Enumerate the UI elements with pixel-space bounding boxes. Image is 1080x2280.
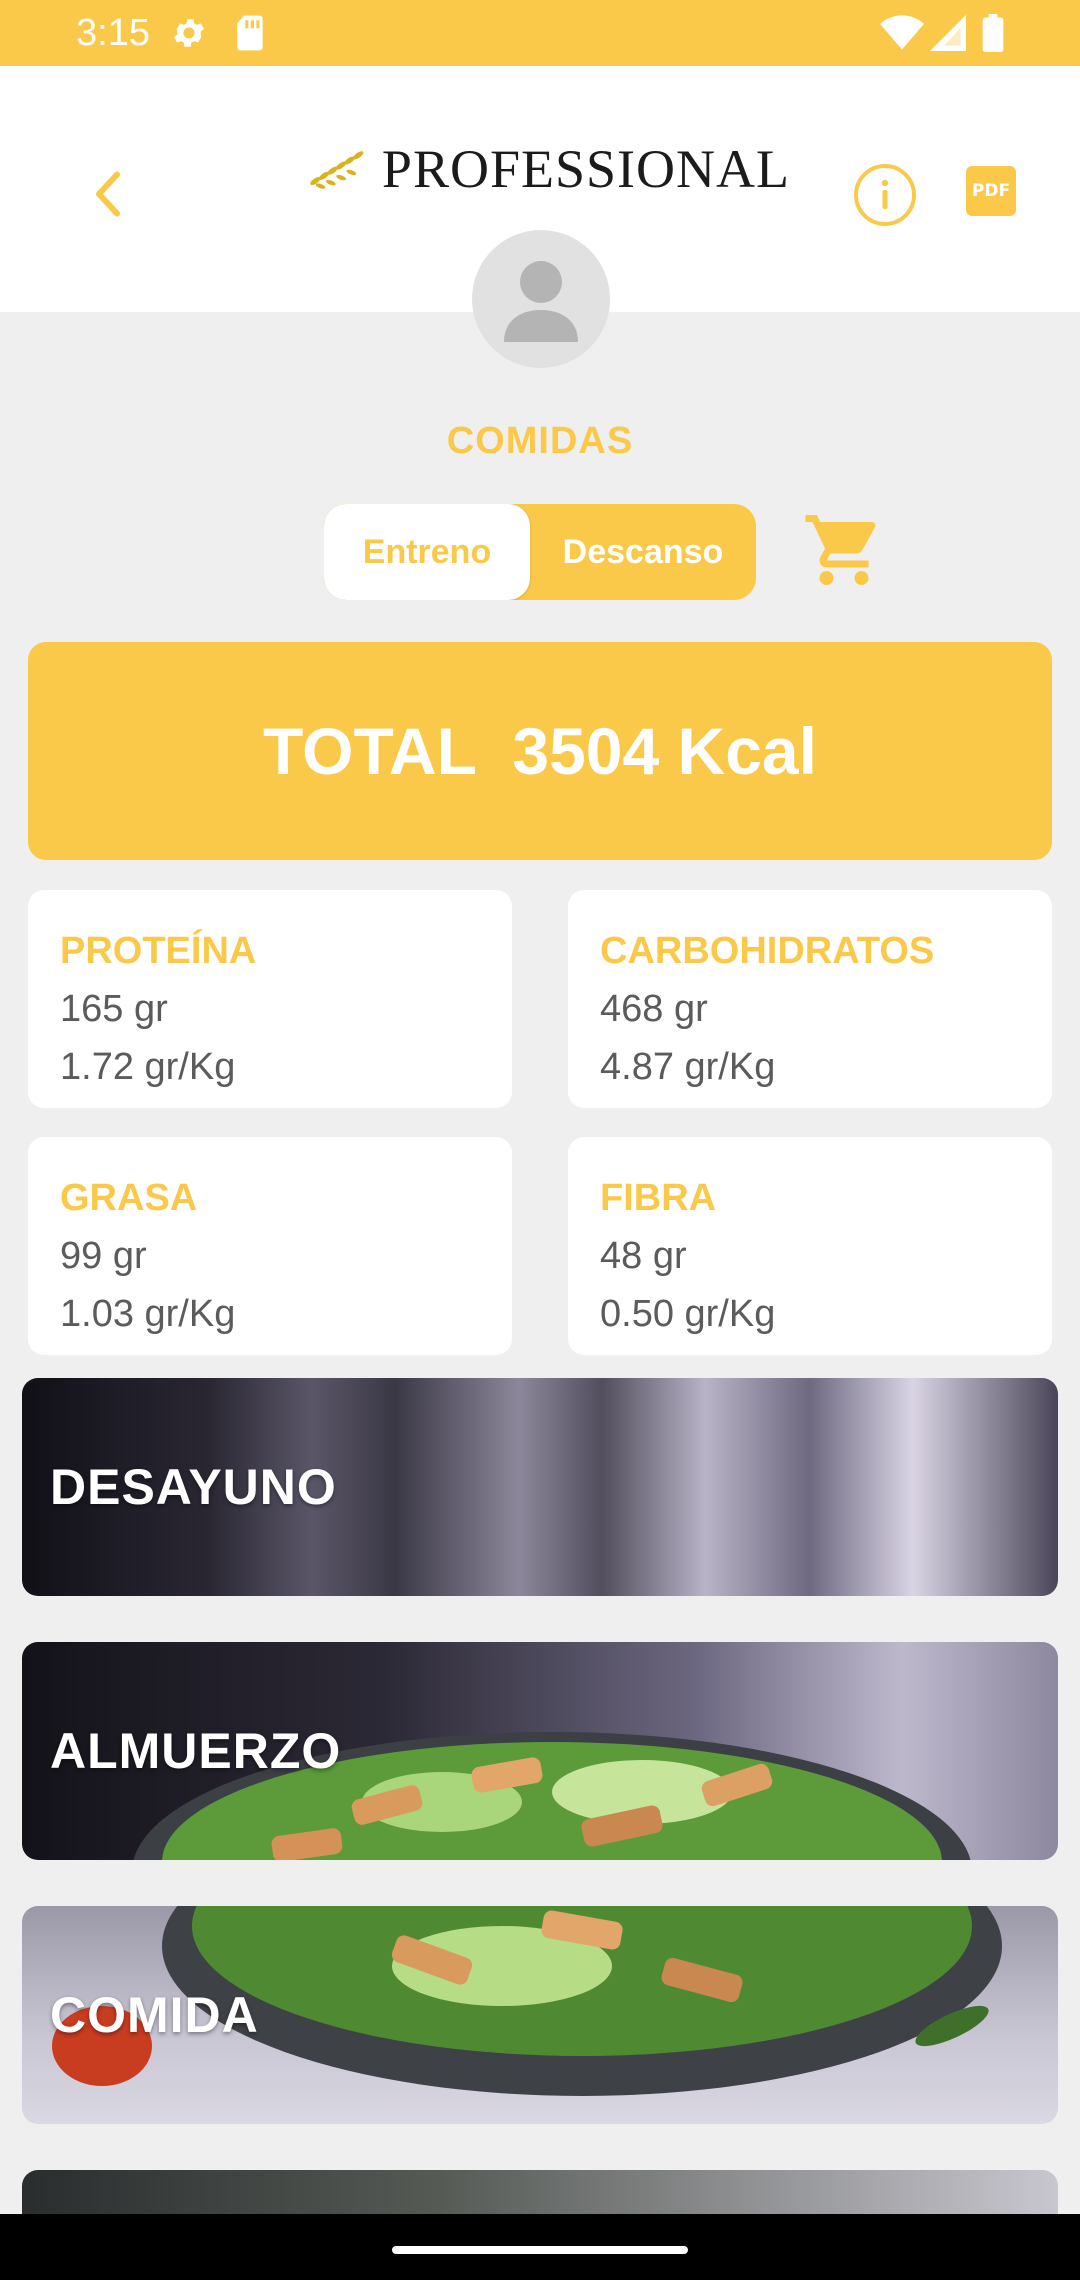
section-title: COMIDAS xyxy=(446,420,634,462)
meal-label: DESAYUNO xyxy=(50,1459,337,1515)
total-calories-card: TOTAL 3504 Kcal xyxy=(28,642,1052,860)
meal-card-comida[interactable]: COMIDA xyxy=(22,1906,1058,2124)
avatar-icon xyxy=(504,261,578,342)
day-type-toggle: Entreno Descanso xyxy=(324,504,756,600)
brand-name: PROFESSIONAL xyxy=(381,139,790,199)
macro-grams: 99 gr xyxy=(60,1235,147,1277)
home-indicator[interactable] xyxy=(392,2246,688,2254)
back-button[interactable] xyxy=(78,164,138,224)
macro-per-kg: 1.03 gr/Kg xyxy=(60,1293,236,1335)
macro-card-fiber: FIBRA 48 gr 0.50 gr/Kg xyxy=(568,1137,1052,1355)
macro-per-kg: 0.50 gr/Kg xyxy=(600,1293,776,1335)
settings-icon xyxy=(170,14,208,57)
toggle-option-descanso[interactable]: Descanso xyxy=(530,504,756,600)
meal-card-almuerzo[interactable]: ALMUERZO xyxy=(22,1642,1058,1860)
cart-button[interactable] xyxy=(800,508,888,592)
brand-logo: PROFESSIONAL xyxy=(300,134,790,204)
macro-per-kg: 1.72 gr/Kg xyxy=(60,1046,236,1088)
total-calories: TOTAL 3504 Kcal xyxy=(263,714,817,788)
info-icon xyxy=(854,164,916,226)
macro-title: FIBRA xyxy=(600,1177,717,1219)
macro-grams: 48 gr xyxy=(600,1235,687,1277)
macro-card-protein: PROTEÍNA 165 gr 1.72 gr/Kg xyxy=(28,890,512,1108)
pdf-button[interactable]: PDF xyxy=(966,166,1016,216)
meal-label: ALMUERZO xyxy=(50,1723,342,1779)
status-bar: 3:15 xyxy=(0,0,1080,66)
meal-card-desayuno[interactable]: DESAYUNO xyxy=(22,1378,1058,1596)
macro-grams: 165 gr xyxy=(60,988,168,1030)
macro-title: CARBOHIDRATOS xyxy=(600,930,935,972)
macro-title: GRASA xyxy=(60,1177,198,1219)
wifi-icon xyxy=(880,14,924,57)
pdf-icon: PDF xyxy=(971,181,1011,201)
battery-icon xyxy=(982,14,1004,57)
toggle-option-entreno[interactable]: Entreno xyxy=(324,504,530,600)
meal-label: COMIDA xyxy=(50,1987,259,2043)
avatar[interactable] xyxy=(472,230,610,368)
sd-card-icon xyxy=(234,14,266,57)
macro-card-carbs: CARBOHIDRATOS 468 gr 4.87 gr/Kg xyxy=(568,890,1052,1108)
status-time: 3:15 xyxy=(76,12,150,54)
macro-title: PROTEÍNA xyxy=(60,930,257,972)
info-button[interactable] xyxy=(852,162,918,228)
laurel-icon xyxy=(310,151,364,189)
macro-card-fat: GRASA 99 gr 1.03 gr/Kg xyxy=(28,1137,512,1355)
macro-per-kg: 4.87 gr/Kg xyxy=(600,1046,776,1088)
cart-icon xyxy=(805,515,876,585)
back-chevron-icon xyxy=(96,171,120,217)
macro-grams: 468 gr xyxy=(600,988,708,1030)
signal-icon xyxy=(930,14,966,57)
